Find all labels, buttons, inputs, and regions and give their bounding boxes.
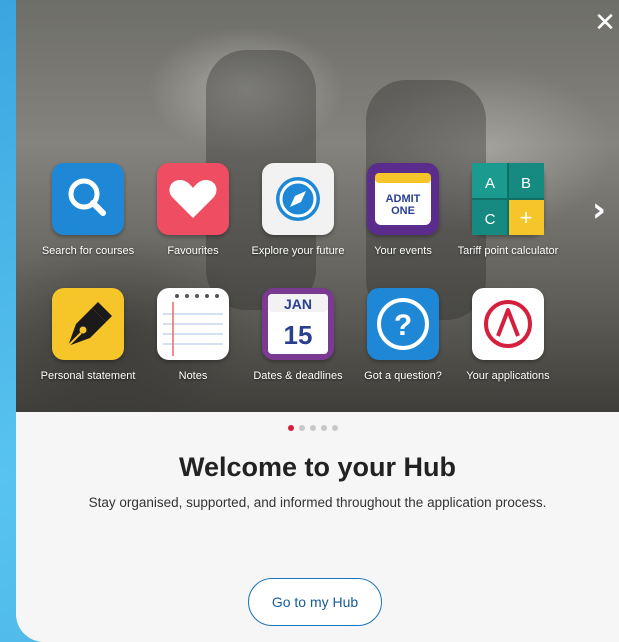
tile-label: Search for courses [41,245,135,257]
calc-key-c: C [485,211,496,228]
tile-label: Dates & deadlines [253,370,343,382]
ticket-text-line1: ADMIT [386,193,421,205]
ticket-icon: ADMIT ONE [367,163,439,235]
calendar-icon: JAN 15 [262,288,334,360]
tile-dates-deadlines[interactable]: JAN 15 Dates & deadlines [246,288,350,382]
compass-icon [262,163,334,235]
tile-search-courses[interactable]: Search for courses [36,163,140,257]
tile-personal-statement[interactable]: Personal statement [36,288,140,382]
tile-label: Favourites [167,245,219,257]
tile-label: Your events [374,245,432,257]
tile-favourites[interactable]: Favourites [141,163,245,257]
question-glyph: ? [394,309,412,342]
calendar-month: JAN [284,296,312,312]
welcome-modal: ✕ › Search for courses Favourites Explor… [16,0,619,642]
tile-your-applications[interactable]: Your applications [456,288,560,382]
tile-your-events[interactable]: ADMIT ONE Your events [351,163,455,257]
heart-icon [157,163,229,235]
calc-key-plus: + [520,205,533,230]
tile-got-question[interactable]: ? Got a question? [351,288,455,382]
pagination-dots [288,418,343,431]
pagination-dot-2[interactable] [299,425,305,431]
pagination-dot-3[interactable] [310,425,316,431]
applications-icon [472,288,544,360]
notepad-icon [157,288,229,360]
tile-notes[interactable]: Notes [141,288,245,382]
search-icon [52,163,124,235]
calc-key-b: B [521,175,531,192]
welcome-subtitle: Stay organised, supported, and informed … [88,495,547,510]
tile-label: Personal statement [40,370,136,382]
tile-label: Explore your future [251,245,345,257]
welcome-title: Welcome to your Hub [178,452,457,482]
tile-label: Notes [178,370,208,382]
next-page-button[interactable]: › [586,190,612,230]
calendar-day: 15 [284,320,313,350]
tile-tariff-calculator[interactable]: A B C + Tariff point calculator [456,163,560,257]
tile-label: Your applications [466,370,550,382]
pagination-dot-5[interactable] [332,425,338,431]
pagination-dot-4[interactable] [321,425,327,431]
pen-icon [52,288,124,360]
close-button[interactable]: ✕ [592,10,618,36]
calculator-icon: A B C + [472,163,544,235]
go-to-hub-button[interactable]: Go to my Hub [248,578,382,626]
tile-label: Tariff point calculator [457,245,559,257]
question-icon: ? [367,288,439,360]
calc-key-a: A [485,175,495,192]
tile-explore-future[interactable]: Explore your future [246,163,350,257]
ticket-text-line2: ONE [391,205,415,217]
tile-label: Got a question? [364,370,442,382]
pagination-dot-1[interactable] [288,425,294,431]
